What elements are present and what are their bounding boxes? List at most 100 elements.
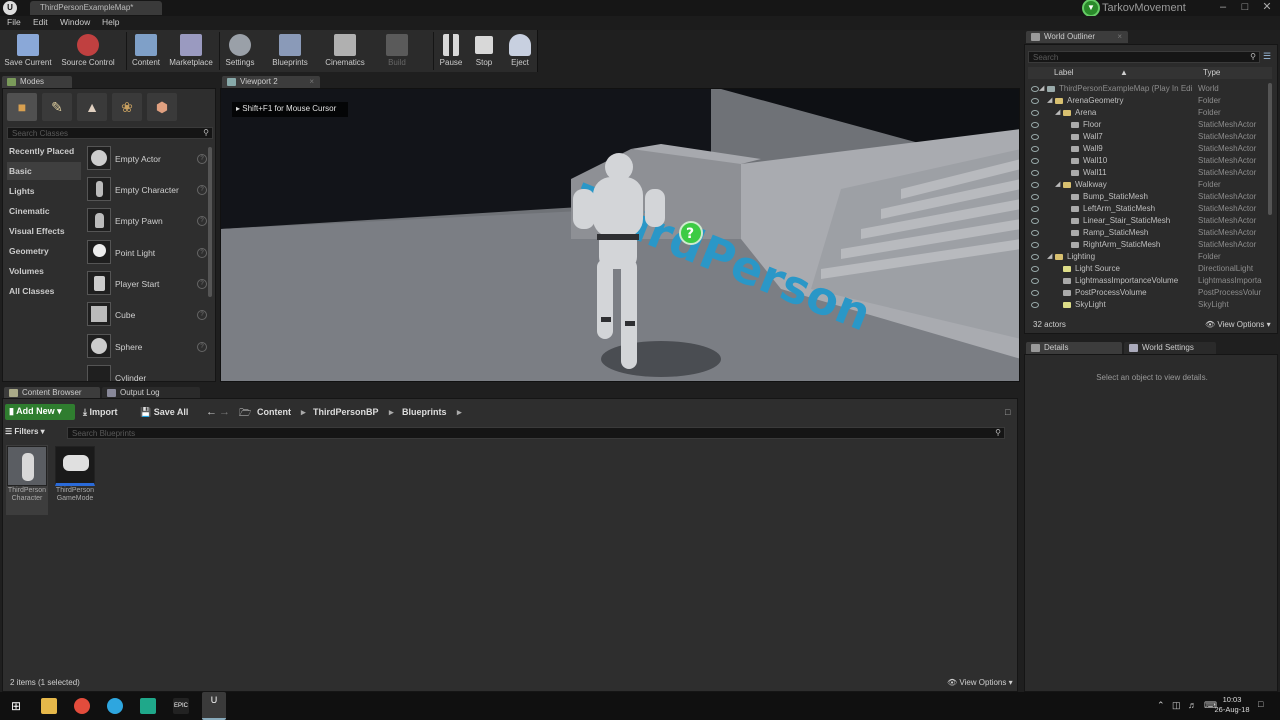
filters-button[interactable]: ☰ Filters ▾ <box>5 427 63 439</box>
notification-icon[interactable]: □ <box>1258 699 1263 709</box>
outliner-row[interactable]: Bump_StaticMesh StaticMeshActor <box>1027 191 1271 203</box>
expand-arrow-icon[interactable]: ◢ <box>1047 251 1052 263</box>
outliner-row[interactable]: RightArm_StaticMesh StaticMeshActor <box>1027 239 1271 251</box>
place-item-point-light[interactable]: Point Light ? <box>87 240 211 268</box>
visibility-eye-icon[interactable] <box>1031 194 1039 200</box>
help-icon[interactable]: ? <box>197 154 207 164</box>
build-button[interactable]: Build <box>381 32 413 72</box>
forward-arrow-icon[interactable]: → <box>219 406 230 418</box>
category-volumes[interactable]: Volumes <box>7 262 81 280</box>
chevron-up-icon[interactable]: ⌃ <box>1157 700 1165 711</box>
search-blueprints-input[interactable]: Search Blueprints ⚲ <box>67 427 1005 439</box>
visibility-eye-icon[interactable] <box>1031 218 1039 224</box>
save-current-button[interactable]: Save Current <box>3 32 53 72</box>
column-type[interactable]: Type <box>1203 67 1220 79</box>
place-item-cube[interactable]: Cube ? <box>87 302 211 330</box>
outliner-row[interactable]: LeftArm_StaticMesh StaticMeshActor <box>1027 203 1271 215</box>
unreal-editor-taskbar-icon[interactable]: U <box>202 692 226 720</box>
pause-button[interactable]: Pause <box>436 32 466 72</box>
menu-window[interactable]: Window <box>60 17 90 27</box>
help-icon[interactable]: ? <box>197 248 207 258</box>
visibility-eye-icon[interactable] <box>1031 158 1039 164</box>
settings-button[interactable]: Settings <box>222 32 258 72</box>
close-tab-icon[interactable]: × <box>309 77 314 86</box>
menu-file[interactable]: File <box>7 17 21 27</box>
help-icon[interactable]: ? <box>197 216 207 226</box>
eject-button[interactable]: Eject <box>504 32 536 72</box>
breadcrumb-thirdpersonbp[interactable]: ThirdPersonBP <box>313 407 379 417</box>
outliner-row[interactable]: Wall10 StaticMeshActor <box>1027 155 1271 167</box>
category-lights[interactable]: Lights <box>7 182 81 200</box>
back-arrow-icon[interactable]: ← <box>206 406 217 418</box>
outliner-row[interactable]: PostProcessVolume PostProcessVolur <box>1027 287 1271 299</box>
help-icon[interactable]: ? <box>197 342 207 352</box>
help-icon[interactable]: ? <box>197 310 207 320</box>
geometry-mode-icon[interactable]: ⬢ <box>147 93 177 121</box>
help-icon[interactable]: ? <box>197 279 207 289</box>
outliner-scrollbar[interactable] <box>1268 83 1272 215</box>
place-item-cylinder[interactable]: Cylinder <box>87 365 211 381</box>
visibility-eye-icon[interactable] <box>1031 302 1039 308</box>
network-icon[interactable]: ◫ <box>1172 700 1181 711</box>
paint-mode-icon[interactable]: ✎ <box>42 93 72 121</box>
outliner-row[interactable]: ◢ Arena Folder <box>1027 107 1271 119</box>
outliner-row[interactable]: ◢ ArenaGeometry Folder <box>1027 95 1271 107</box>
tab-world-outliner[interactable]: World Outliner × <box>1026 31 1128 43</box>
expand-arrow-icon[interactable]: ◢ <box>1055 179 1060 191</box>
telegram-icon[interactable] <box>107 698 123 714</box>
category-basic[interactable]: Basic <box>7 162 81 180</box>
column-label[interactable]: Label <box>1054 67 1074 79</box>
expand-arrow-icon[interactable]: ◢ <box>1055 107 1060 119</box>
outliner-row[interactable]: Ramp_StaticMesh StaticMeshActor <box>1027 227 1271 239</box>
visibility-eye-icon[interactable] <box>1031 134 1039 140</box>
visibility-eye-icon[interactable] <box>1031 170 1039 176</box>
tab-viewport[interactable]: Viewport 2 × <box>222 76 320 88</box>
epic-launcher-icon[interactable]: EPIC <box>173 698 189 714</box>
cinematics-button[interactable]: Cinematics <box>322 32 368 72</box>
close-tab-icon[interactable]: × <box>1117 32 1122 41</box>
visibility-eye-icon[interactable] <box>1031 290 1039 296</box>
visibility-eye-icon[interactable] <box>1031 98 1039 104</box>
visibility-eye-icon[interactable] <box>1031 206 1039 212</box>
place-item-empty-actor[interactable]: Empty Actor ? <box>87 146 211 174</box>
add-filter-icon[interactable]: ☰ <box>1263 51 1271 62</box>
visibility-eye-icon[interactable] <box>1031 254 1039 260</box>
menu-edit[interactable]: Edit <box>33 17 48 27</box>
minimize-icon[interactable]: – <box>1212 0 1234 16</box>
save-all-button[interactable]: 💾 Save All <box>140 407 188 418</box>
visibility-eye-icon[interactable] <box>1031 278 1039 284</box>
app-icon[interactable] <box>140 698 156 714</box>
landscape-mode-icon[interactable]: ▲ <box>77 93 107 121</box>
content-button[interactable]: Content <box>129 32 163 72</box>
outliner-row[interactable]: SkyLight SkyLight <box>1027 299 1271 311</box>
close-icon[interactable]: ✕ <box>1256 0 1278 16</box>
tab-details[interactable]: Details <box>1026 342 1122 354</box>
place-item-empty-pawn[interactable]: Empty Pawn ? <box>87 208 211 236</box>
visibility-eye-icon[interactable] <box>1031 86 1039 92</box>
asset-thirdperson-character[interactable]: ThirdPerson Character <box>6 445 48 515</box>
modes-scrollbar[interactable] <box>208 147 212 297</box>
maximize-icon[interactable]: □ <box>1234 0 1256 16</box>
visibility-eye-icon[interactable] <box>1031 230 1039 236</box>
visibility-eye-icon[interactable] <box>1031 266 1039 272</box>
outliner-row[interactable]: Wall9 StaticMeshActor <box>1027 143 1271 155</box>
place-mode-icon[interactable]: ■ <box>7 93 37 121</box>
asset-thirdperson-gamemode[interactable]: ThirdPerson GameMode <box>54 445 96 515</box>
visibility-eye-icon[interactable] <box>1031 110 1039 116</box>
lock-icon[interactable]: □ <box>1005 407 1010 417</box>
tab-modes[interactable]: Modes <box>2 76 72 88</box>
chrome-icon[interactable] <box>74 698 90 714</box>
breadcrumb-blueprints[interactable]: Blueprints <box>402 407 447 417</box>
category-recently-placed[interactable]: Recently Placed <box>7 142 81 160</box>
visibility-eye-icon[interactable] <box>1031 146 1039 152</box>
category-geometry[interactable]: Geometry <box>7 242 81 260</box>
search-classes-input[interactable]: Search Classes ⚲ <box>7 127 213 139</box>
outliner-row[interactable]: Floor StaticMeshActor <box>1027 119 1271 131</box>
marketplace-button[interactable]: Marketplace <box>167 32 215 72</box>
outliner-row[interactable]: Wall7 StaticMeshActor <box>1027 131 1271 143</box>
file-explorer-icon[interactable] <box>41 698 57 714</box>
menu-help[interactable]: Help <box>102 17 119 27</box>
content-view-options[interactable]: 👁 View Options ▾ <box>947 678 1013 687</box>
stop-button[interactable]: Stop <box>470 32 498 72</box>
outliner-row[interactable]: ◢ ThirdPersonExampleMap (Play In Edi World <box>1027 83 1271 95</box>
